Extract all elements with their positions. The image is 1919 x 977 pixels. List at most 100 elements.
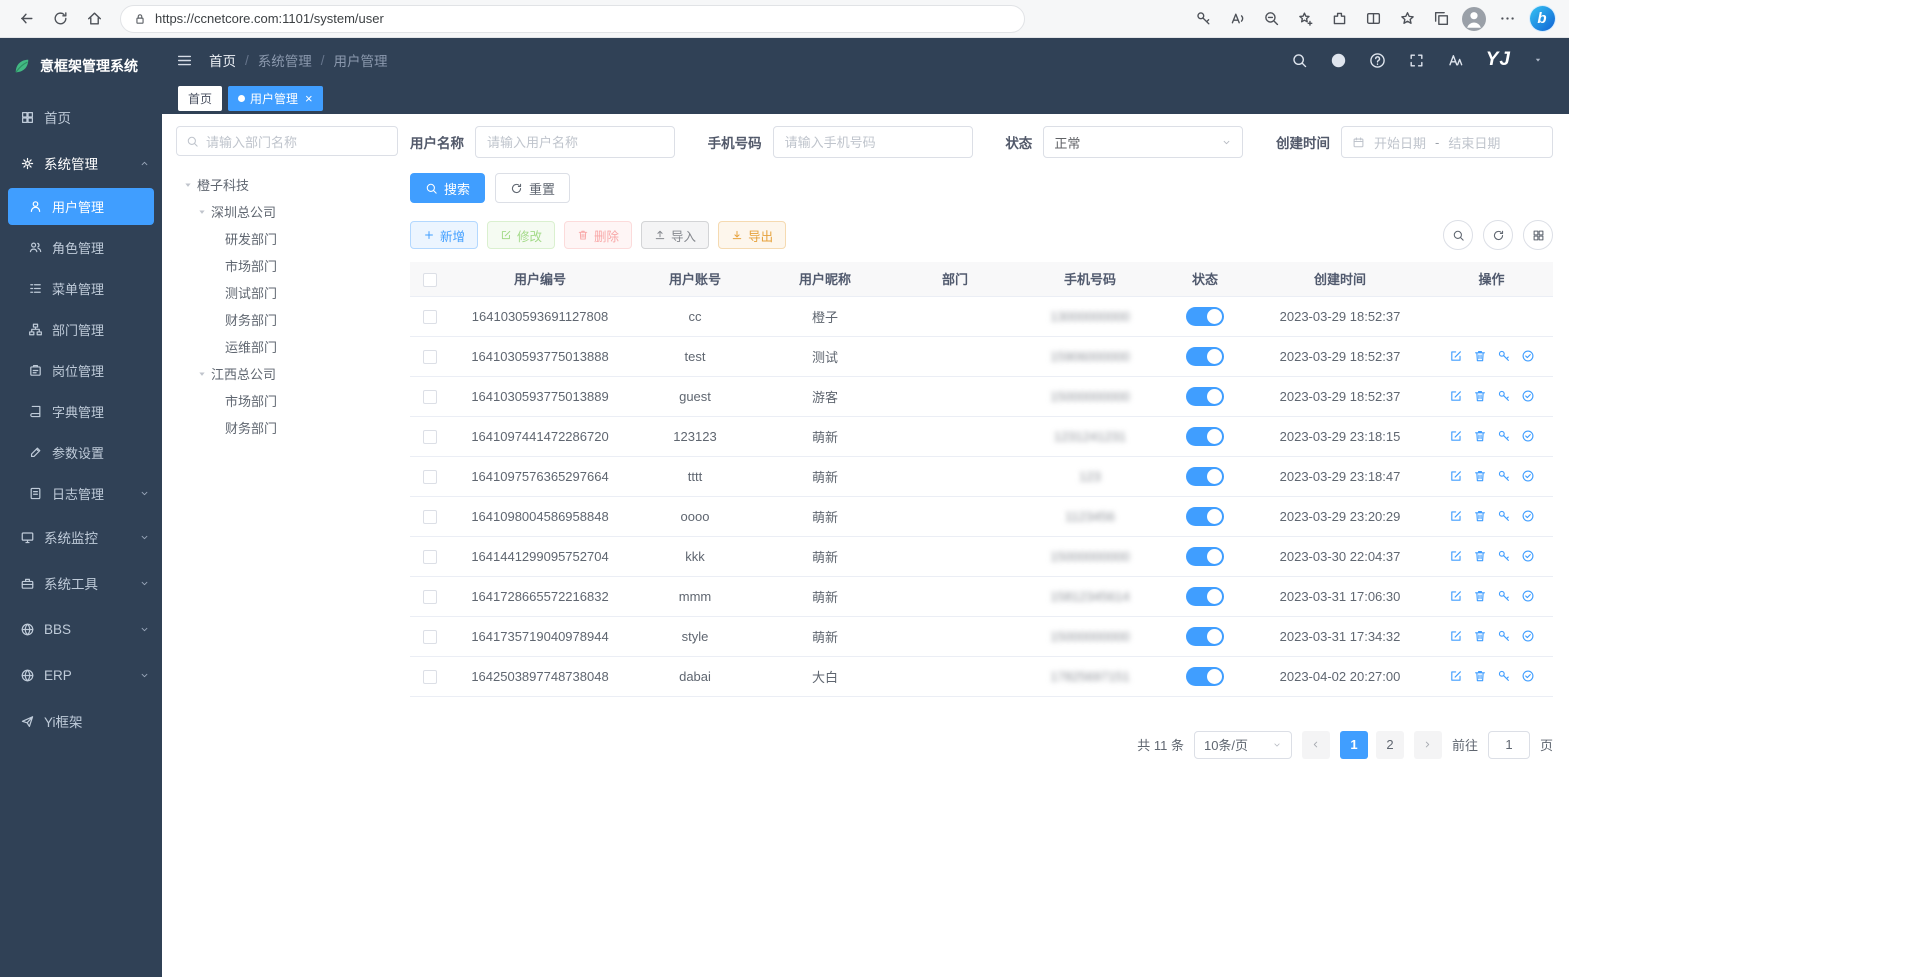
goto-page-input[interactable] [1488, 731, 1530, 759]
dept-search-input[interactable]: 请输入部门名称 [176, 126, 398, 156]
fullscreen-icon[interactable] [1408, 52, 1425, 69]
tree-node-market-dept-2[interactable]: 市场部门 [176, 387, 398, 414]
edit-row-button[interactable] [1449, 629, 1463, 643]
status-toggle[interactable] [1186, 667, 1224, 686]
import-button[interactable]: 导入 [641, 221, 709, 249]
sidebar-item-param-settings[interactable]: 参数设置 [0, 432, 162, 473]
export-button[interactable]: 导出 [718, 221, 786, 249]
tree-node-jiangxi-hq[interactable]: 江西总公司 [176, 360, 398, 387]
page-button-2[interactable]: 2 [1376, 731, 1404, 759]
delete-row-button[interactable] [1473, 589, 1487, 603]
assign-role-button[interactable] [1521, 389, 1535, 403]
favorites-icon[interactable] [1391, 4, 1423, 34]
read-aloud-icon[interactable] [1221, 4, 1253, 34]
assign-role-button[interactable] [1521, 669, 1535, 683]
status-toggle[interactable] [1186, 467, 1224, 486]
sidebar-item-home[interactable]: 首页 [0, 94, 162, 140]
reset-password-button[interactable] [1497, 389, 1511, 403]
back-button[interactable] [10, 4, 42, 34]
edit-user-button[interactable]: 修改 [487, 221, 555, 249]
user-menu-caret-icon[interactable] [1533, 55, 1543, 65]
edit-row-button[interactable] [1449, 669, 1463, 683]
edit-row-button[interactable] [1449, 349, 1463, 363]
bing-chat-icon[interactable]: b [1525, 4, 1559, 34]
sidebar-item-post-management[interactable]: 岗位管理 [0, 350, 162, 391]
row-checkbox[interactable] [423, 310, 437, 324]
tree-node-market-dept[interactable]: 市场部门 [176, 252, 398, 279]
assign-role-button[interactable] [1521, 349, 1535, 363]
tab-home[interactable]: 首页 [178, 86, 222, 111]
assign-role-button[interactable] [1521, 429, 1535, 443]
sidebar-item-menu-management[interactable]: 菜单管理 [0, 268, 162, 309]
delete-row-button[interactable] [1473, 669, 1487, 683]
reset-button[interactable]: 重置 [495, 173, 570, 203]
edit-row-button[interactable] [1449, 429, 1463, 443]
split-screen-icon[interactable] [1357, 4, 1389, 34]
delete-row-button[interactable] [1473, 629, 1487, 643]
phone-input[interactable] [773, 126, 973, 158]
delete-user-button[interactable]: 删除 [564, 221, 632, 249]
font-size-icon[interactable] [1447, 52, 1464, 69]
refresh-table-button[interactable] [1483, 220, 1513, 250]
breadcrumb-system[interactable]: 系统管理 [258, 50, 312, 70]
sidebar-item-dept-management[interactable]: 部门管理 [0, 309, 162, 350]
reset-password-button[interactable] [1497, 629, 1511, 643]
edit-row-button[interactable] [1449, 509, 1463, 523]
sidebar-item-system-tools[interactable]: 系统工具 [0, 560, 162, 606]
row-checkbox[interactable] [423, 550, 437, 564]
edit-row-button[interactable] [1449, 469, 1463, 483]
sidebar-item-user-management[interactable]: 用户管理 [8, 188, 154, 225]
row-checkbox[interactable] [423, 390, 437, 404]
status-toggle[interactable] [1186, 387, 1224, 406]
add-user-button[interactable]: 新增 [410, 221, 478, 249]
status-toggle[interactable] [1186, 347, 1224, 366]
reset-password-button[interactable] [1497, 429, 1511, 443]
toggle-search-button[interactable] [1443, 220, 1473, 250]
tree-node-test-dept[interactable]: 测试部门 [176, 279, 398, 306]
tree-node-shenzhen-hq[interactable]: 深圳总公司 [176, 198, 398, 225]
collapse-sidebar-button[interactable] [176, 52, 193, 69]
status-toggle[interactable] [1186, 307, 1224, 326]
collections-icon[interactable] [1425, 4, 1457, 34]
status-toggle[interactable] [1186, 507, 1224, 526]
select-all-checkbox[interactable] [423, 273, 437, 287]
page-size-select[interactable]: 10条/页 [1194, 731, 1292, 759]
delete-row-button[interactable] [1473, 509, 1487, 523]
refresh-button[interactable] [44, 4, 76, 34]
github-icon[interactable] [1330, 52, 1347, 69]
breadcrumb-home[interactable]: 首页 [209, 50, 236, 70]
row-checkbox[interactable] [423, 590, 437, 604]
address-bar[interactable]: https://ccnetcore.com:1101/system/user [120, 5, 1025, 33]
row-checkbox[interactable] [423, 430, 437, 444]
delete-row-button[interactable] [1473, 469, 1487, 483]
password-key-icon[interactable] [1187, 4, 1219, 34]
browser-menu-icon[interactable] [1491, 4, 1523, 34]
delete-row-button[interactable] [1473, 549, 1487, 563]
status-select[interactable]: 正常 [1043, 126, 1243, 158]
tab-user-management[interactable]: 用户管理 × [228, 86, 323, 111]
reset-password-button[interactable] [1497, 589, 1511, 603]
row-checkbox[interactable] [423, 350, 437, 364]
column-settings-button[interactable] [1523, 220, 1553, 250]
delete-row-button[interactable] [1473, 429, 1487, 443]
assign-role-button[interactable] [1521, 549, 1535, 563]
reset-password-button[interactable] [1497, 549, 1511, 563]
status-toggle[interactable] [1186, 427, 1224, 446]
date-range-picker[interactable]: 开始日期 - 结束日期 [1341, 126, 1553, 158]
next-page-button[interactable] [1414, 731, 1442, 759]
tree-node-rd-dept[interactable]: 研发部门 [176, 225, 398, 252]
sidebar-item-system-management[interactable]: 系统管理 [0, 140, 162, 186]
sidebar-item-yi-framework[interactable]: Yi框架 [0, 698, 162, 744]
tree-node-finance-dept-2[interactable]: 财务部门 [176, 414, 398, 441]
edit-row-button[interactable] [1449, 549, 1463, 563]
assign-role-button[interactable] [1521, 589, 1535, 603]
sidebar-item-log-management[interactable]: 日志管理 [0, 473, 162, 514]
home-button[interactable] [78, 4, 110, 34]
sidebar-item-system-monitor[interactable]: 系统监控 [0, 514, 162, 560]
profile-avatar[interactable] [1459, 4, 1489, 34]
status-toggle[interactable] [1186, 627, 1224, 646]
row-checkbox[interactable] [423, 670, 437, 684]
app-logo[interactable]: 意框架管理系统 [0, 38, 162, 94]
row-checkbox[interactable] [423, 470, 437, 484]
row-checkbox[interactable] [423, 630, 437, 644]
